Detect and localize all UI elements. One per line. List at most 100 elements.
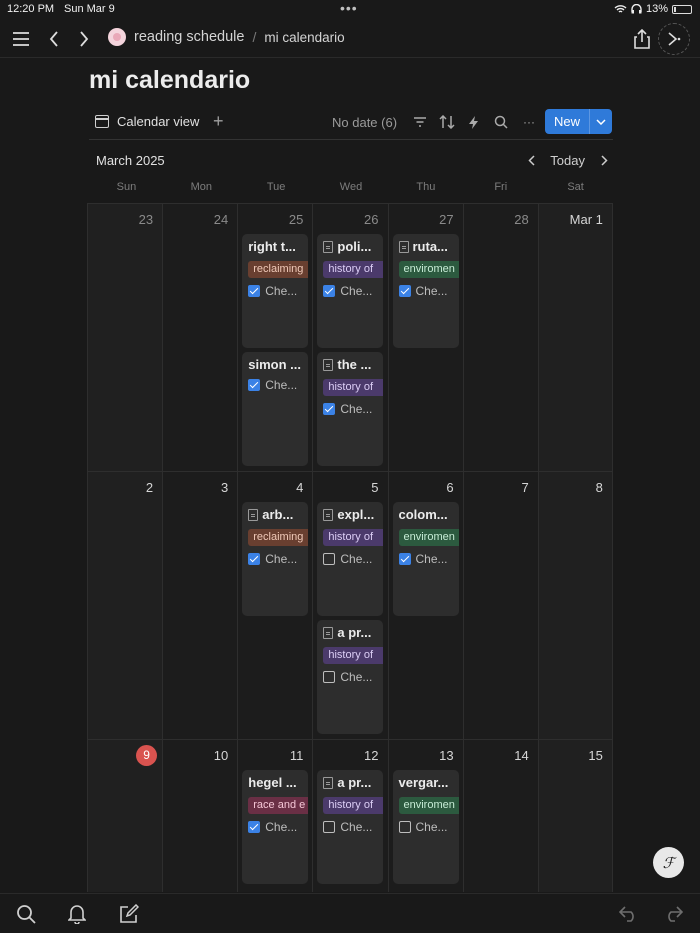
event-card[interactable]: ruta... enviromen Che... — [392, 234, 459, 348]
day-cell[interactable]: 14 — [462, 740, 538, 892]
automation-bolt-icon[interactable] — [464, 112, 484, 132]
event-card[interactable]: arb... reclaiming Che... — [242, 502, 309, 616]
search-icon[interactable] — [491, 112, 511, 132]
event-tag: history of — [323, 529, 384, 546]
day-cell[interactable]: 5 expl... history of Che... a pr... hist… — [312, 472, 388, 739]
new-button[interactable]: New — [545, 109, 612, 134]
checkbox-checked[interactable] — [248, 553, 261, 565]
back-icon[interactable] — [45, 26, 63, 52]
day-cell[interactable]: 24 — [162, 204, 238, 471]
day-cell[interactable]: 23 — [87, 204, 163, 471]
event-title: poli... — [337, 239, 372, 254]
more-actions-icon[interactable] — [658, 23, 690, 55]
event-title: right t... — [248, 239, 296, 254]
weekday-label: Sat — [567, 181, 584, 193]
day-number: 4 — [296, 480, 304, 495]
checkbox-checked[interactable] — [323, 403, 336, 415]
day-cell[interactable]: 9 — [87, 740, 163, 892]
chevron-down-icon[interactable] — [589, 109, 612, 134]
day-cell[interactable]: 13 vergar... enviromen Che... — [387, 740, 463, 892]
checkbox-unchecked[interactable] — [323, 821, 336, 833]
checkbox-checked[interactable] — [248, 821, 261, 833]
weekday-label: Fri — [494, 181, 508, 193]
event-card[interactable]: colom... enviromen Che... — [392, 502, 459, 616]
breadcrumb-parent[interactable]: reading schedule — [134, 29, 244, 45]
day-cell[interactable]: 12 a pr... history of Che... — [312, 740, 388, 892]
help-button[interactable]: ℱ — [653, 847, 684, 878]
calendar-grid: 23 24 25 right t... reclaiming Che... si… — [87, 203, 613, 892]
day-cell[interactable]: 11 hegel ... race and e Che... — [237, 740, 313, 892]
day-cell[interactable]: 7 — [462, 472, 538, 739]
prev-month-icon[interactable] — [522, 150, 540, 170]
menu-icon[interactable] — [10, 26, 32, 52]
event-tag: reclaiming — [248, 529, 309, 546]
view-tab-calendar[interactable]: Calendar view — [95, 114, 199, 129]
day-cell[interactable]: 27 ruta... enviromen Che... — [387, 204, 463, 471]
calendar-nav: Today — [522, 150, 613, 170]
day-number: 3 — [221, 480, 229, 495]
day-cell[interactable]: 8 — [537, 472, 613, 739]
day-cell[interactable]: 4 arb... reclaiming Che... — [237, 472, 313, 739]
day-cell[interactable]: 3 — [162, 472, 238, 739]
no-date-button[interactable]: No date (6) — [332, 115, 397, 130]
bell-icon[interactable] — [66, 903, 88, 925]
day-cell[interactable]: Mar 1 — [537, 204, 613, 471]
multitasking-dots-icon[interactable]: ••• — [340, 0, 358, 16]
redo-icon[interactable] — [662, 903, 684, 925]
checkbox-label: Che... — [340, 402, 373, 416]
checkbox-unchecked[interactable] — [323, 553, 336, 565]
day-cell[interactable]: 25 right t... reclaiming Che... simon ..… — [237, 204, 313, 471]
event-tag: enviromen — [398, 529, 459, 546]
add-view-button[interactable]: + — [213, 111, 224, 132]
view-tab-label: Calendar view — [117, 114, 200, 129]
event-card[interactable]: expl... history of Che... — [317, 502, 384, 616]
event-card[interactable]: a pr... history of Che... — [317, 770, 384, 884]
headphones-icon — [631, 4, 642, 14]
day-number: 12 — [364, 748, 379, 763]
event-card[interactable]: vergar... enviromen Che... — [392, 770, 459, 884]
day-cell[interactable]: 2 — [87, 472, 163, 739]
status-date: Sun Mar 9 — [64, 3, 115, 15]
breadcrumb-current[interactable]: mi calendario — [264, 30, 344, 45]
event-card[interactable]: simon ... Che... — [242, 352, 309, 466]
document-icon — [323, 508, 334, 521]
checkbox-checked[interactable] — [398, 285, 411, 297]
day-number: 11 — [289, 748, 304, 763]
checkbox-checked[interactable] — [248, 379, 261, 391]
day-number: Mar 1 — [569, 212, 603, 227]
forward-icon[interactable] — [75, 26, 93, 52]
event-title: hegel ... — [248, 775, 297, 790]
sort-icon[interactable] — [437, 112, 457, 132]
day-cell[interactable]: 15 — [537, 740, 613, 892]
next-month-icon[interactable] — [595, 150, 613, 170]
weekday-label: Tue — [266, 181, 286, 193]
undo-icon[interactable] — [618, 903, 640, 925]
day-cell[interactable]: 6 colom... enviromen Che... — [387, 472, 463, 739]
month-label: March 2025 — [96, 153, 165, 168]
checkbox-checked[interactable] — [323, 285, 336, 297]
checkbox-unchecked[interactable] — [398, 821, 411, 833]
event-card[interactable]: right t... reclaiming Che... — [242, 234, 309, 348]
today-button[interactable]: Today — [550, 153, 585, 168]
checkbox-checked[interactable] — [398, 553, 411, 565]
checkbox-label: Che... — [265, 284, 298, 298]
day-cell[interactable]: 10 — [162, 740, 238, 892]
event-card[interactable]: a pr... history of Che... — [317, 620, 384, 734]
checkbox-label: Che... — [265, 820, 298, 834]
checkbox-label: Che... — [265, 378, 298, 392]
event-card[interactable]: hegel ... race and e Che... — [242, 770, 309, 884]
event-card[interactable]: poli... history of Che... — [317, 234, 384, 348]
compose-icon[interactable] — [118, 903, 140, 925]
checkbox-unchecked[interactable] — [323, 671, 336, 683]
event-card[interactable]: the ... history of Che... — [317, 352, 384, 466]
event-tag: enviromen — [398, 261, 459, 278]
day-number: 28 — [514, 212, 529, 227]
day-cell[interactable]: 26 poli... history of Che... the ... his… — [312, 204, 388, 471]
page-title[interactable]: mi calendario — [89, 66, 250, 95]
search-icon[interactable] — [15, 903, 37, 925]
day-cell[interactable]: 28 — [462, 204, 538, 471]
checkbox-checked[interactable] — [248, 285, 261, 297]
share-icon[interactable] — [631, 26, 653, 52]
more-options-icon[interactable]: ··· — [519, 112, 539, 132]
filter-icon[interactable] — [410, 112, 430, 132]
